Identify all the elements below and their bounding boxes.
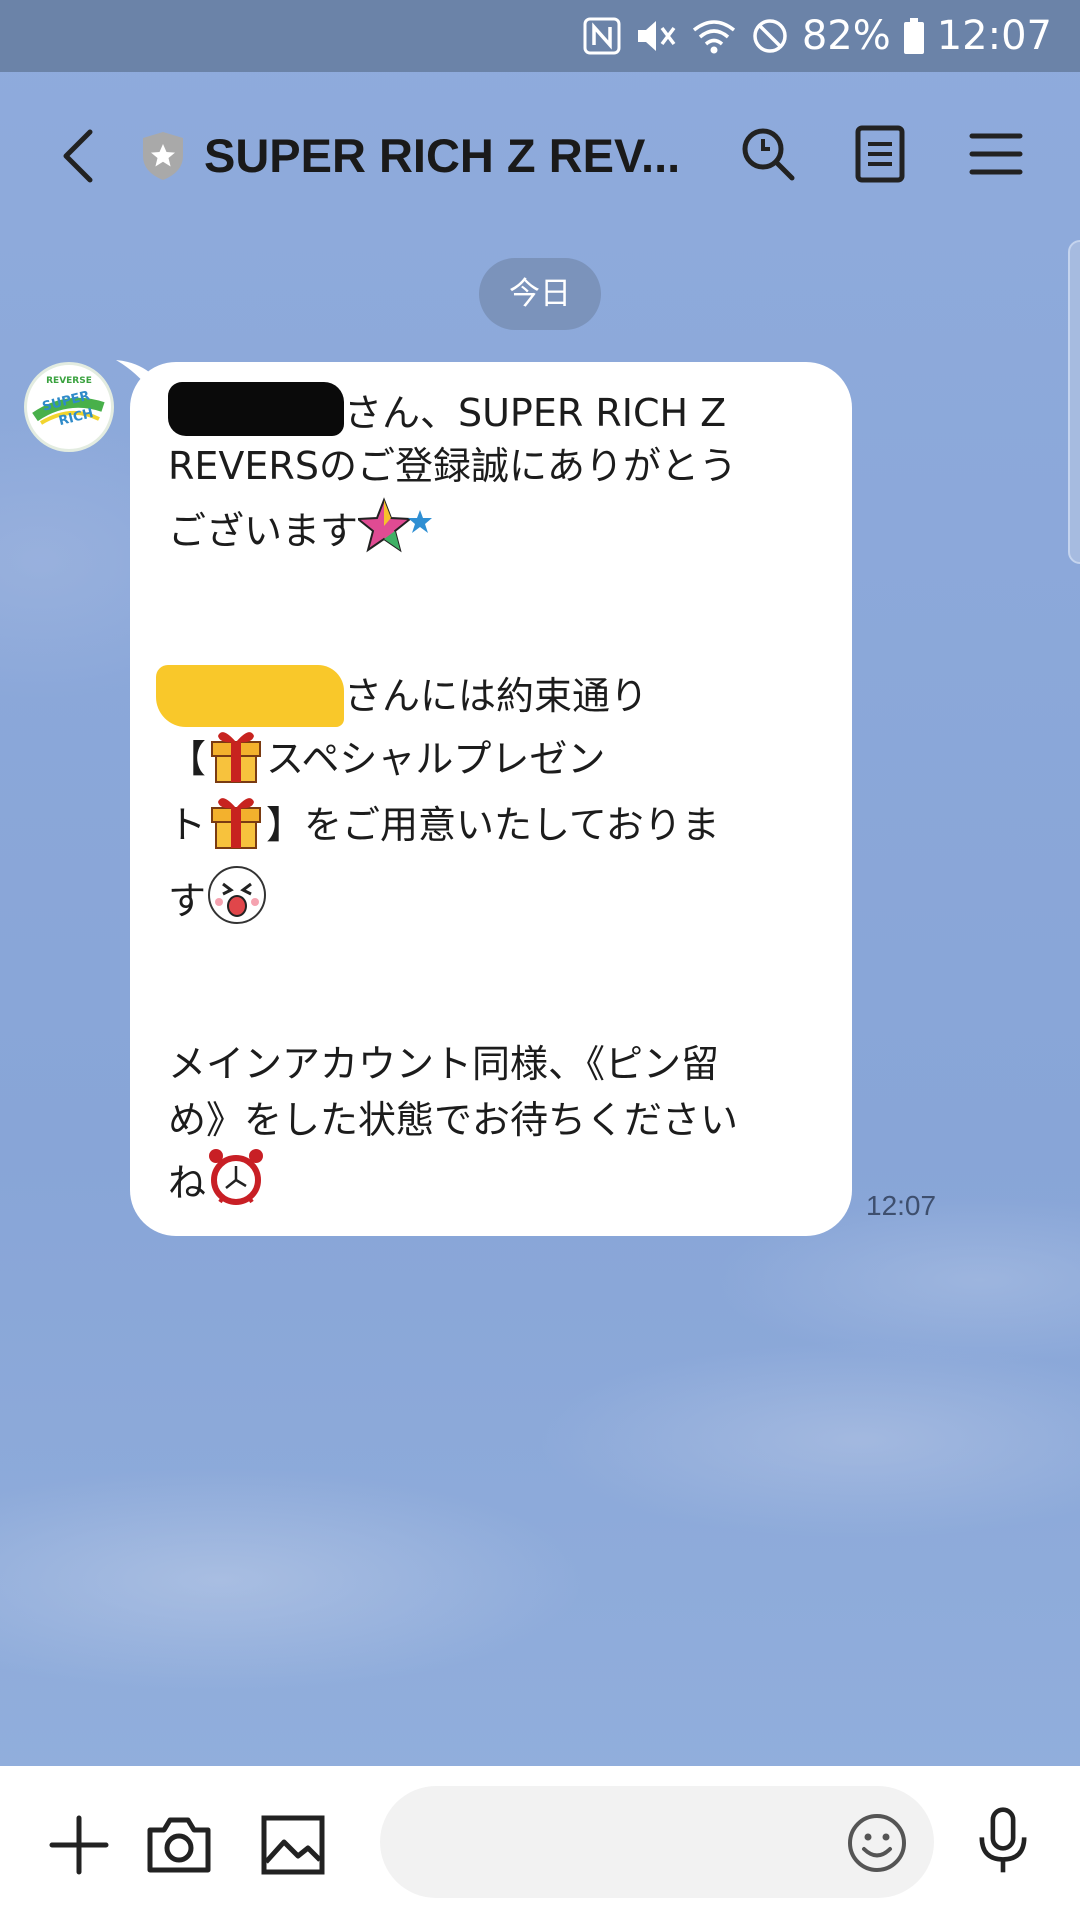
message-line-4: さんには約束通り (156, 664, 649, 728)
message-time: 12:07 (866, 1190, 937, 1221)
redacted-name-black (168, 382, 344, 436)
chat-title: SUPER RICH Z REV... (204, 129, 681, 182)
message-line-10: ね (168, 1146, 266, 1215)
message-text: 】をご用意いたしておりま (266, 803, 720, 847)
message-text: ね (168, 1161, 207, 1205)
message-line-5: 【 スペシャルプレゼン (168, 724, 605, 791)
image-icon[interactable] (258, 1810, 328, 1880)
mic-icon[interactable] (968, 1806, 1038, 1876)
message-text: め》をした状態でお待ちください (168, 1098, 739, 1142)
do-not-disturb-icon (753, 19, 787, 53)
message-text: 【 (168, 737, 207, 781)
redacted-name-yellow (156, 665, 344, 727)
message-text: す (168, 879, 207, 923)
message-line-9: め》をした状態でお待ちください (168, 1088, 738, 1152)
wifi-icon (692, 20, 735, 54)
battery-percent: 82% (801, 13, 891, 59)
laughing-face-emoji-icon (208, 866, 267, 924)
message-line-3: ございます (168, 496, 434, 563)
notes-icon[interactable] (848, 122, 912, 186)
message-text: メインアカウント同様、《ピン留 (168, 1042, 720, 1086)
chat-header: SUPER RICH Z REV... (0, 72, 1080, 240)
nfc-icon (583, 17, 621, 55)
message-line-2: REVERSのご登録誠にありがとう (168, 434, 737, 498)
emoji-icon[interactable] (846, 1812, 908, 1874)
message-line-7: す (168, 864, 268, 933)
date-divider: 今日 (479, 258, 601, 330)
menu-icon[interactable] (964, 122, 1028, 186)
shield-badge-icon (143, 132, 183, 180)
plus-icon[interactable] (44, 1810, 114, 1880)
sender-avatar[interactable]: REVERSE SUPER RICH (24, 362, 114, 452)
search-icon[interactable] (736, 122, 800, 186)
super-rich-logo: REVERSE SUPER RICH (29, 367, 109, 447)
message-text: ございます (168, 509, 359, 553)
message-line-8: メインアカウント同様、《ピン留 (168, 1032, 719, 1096)
camera-icon[interactable] (144, 1810, 214, 1880)
alarm-clock-emoji-icon (209, 1149, 264, 1205)
status-icons: 82% 12:07 (582, 10, 1052, 62)
message-text: さん、SUPER RICH Z (344, 391, 727, 435)
message-text: スペシャルプレゼン (266, 737, 606, 781)
message-text: さんには約束通り (344, 674, 649, 718)
input-bar (0, 1766, 1080, 1920)
star-emoji-icon (358, 497, 433, 553)
gift-emoji-icon (211, 732, 262, 783)
gift-emoji-icon (211, 798, 262, 849)
message-text: REVERSのご登録誠にありがとう (168, 444, 737, 488)
message-text: ト (168, 803, 207, 847)
scroll-handle[interactable] (1068, 240, 1080, 564)
status-clock: 12:07 (936, 13, 1052, 59)
vibrate-icon (637, 21, 676, 51)
back-icon[interactable] (52, 124, 112, 188)
status-bar: 82% 12:07 (0, 0, 1080, 72)
battery-icon (903, 18, 924, 54)
message-line-6: ト 】をご用意いたしておりま (168, 790, 720, 857)
avatar-caption: REVERSE (46, 376, 92, 386)
